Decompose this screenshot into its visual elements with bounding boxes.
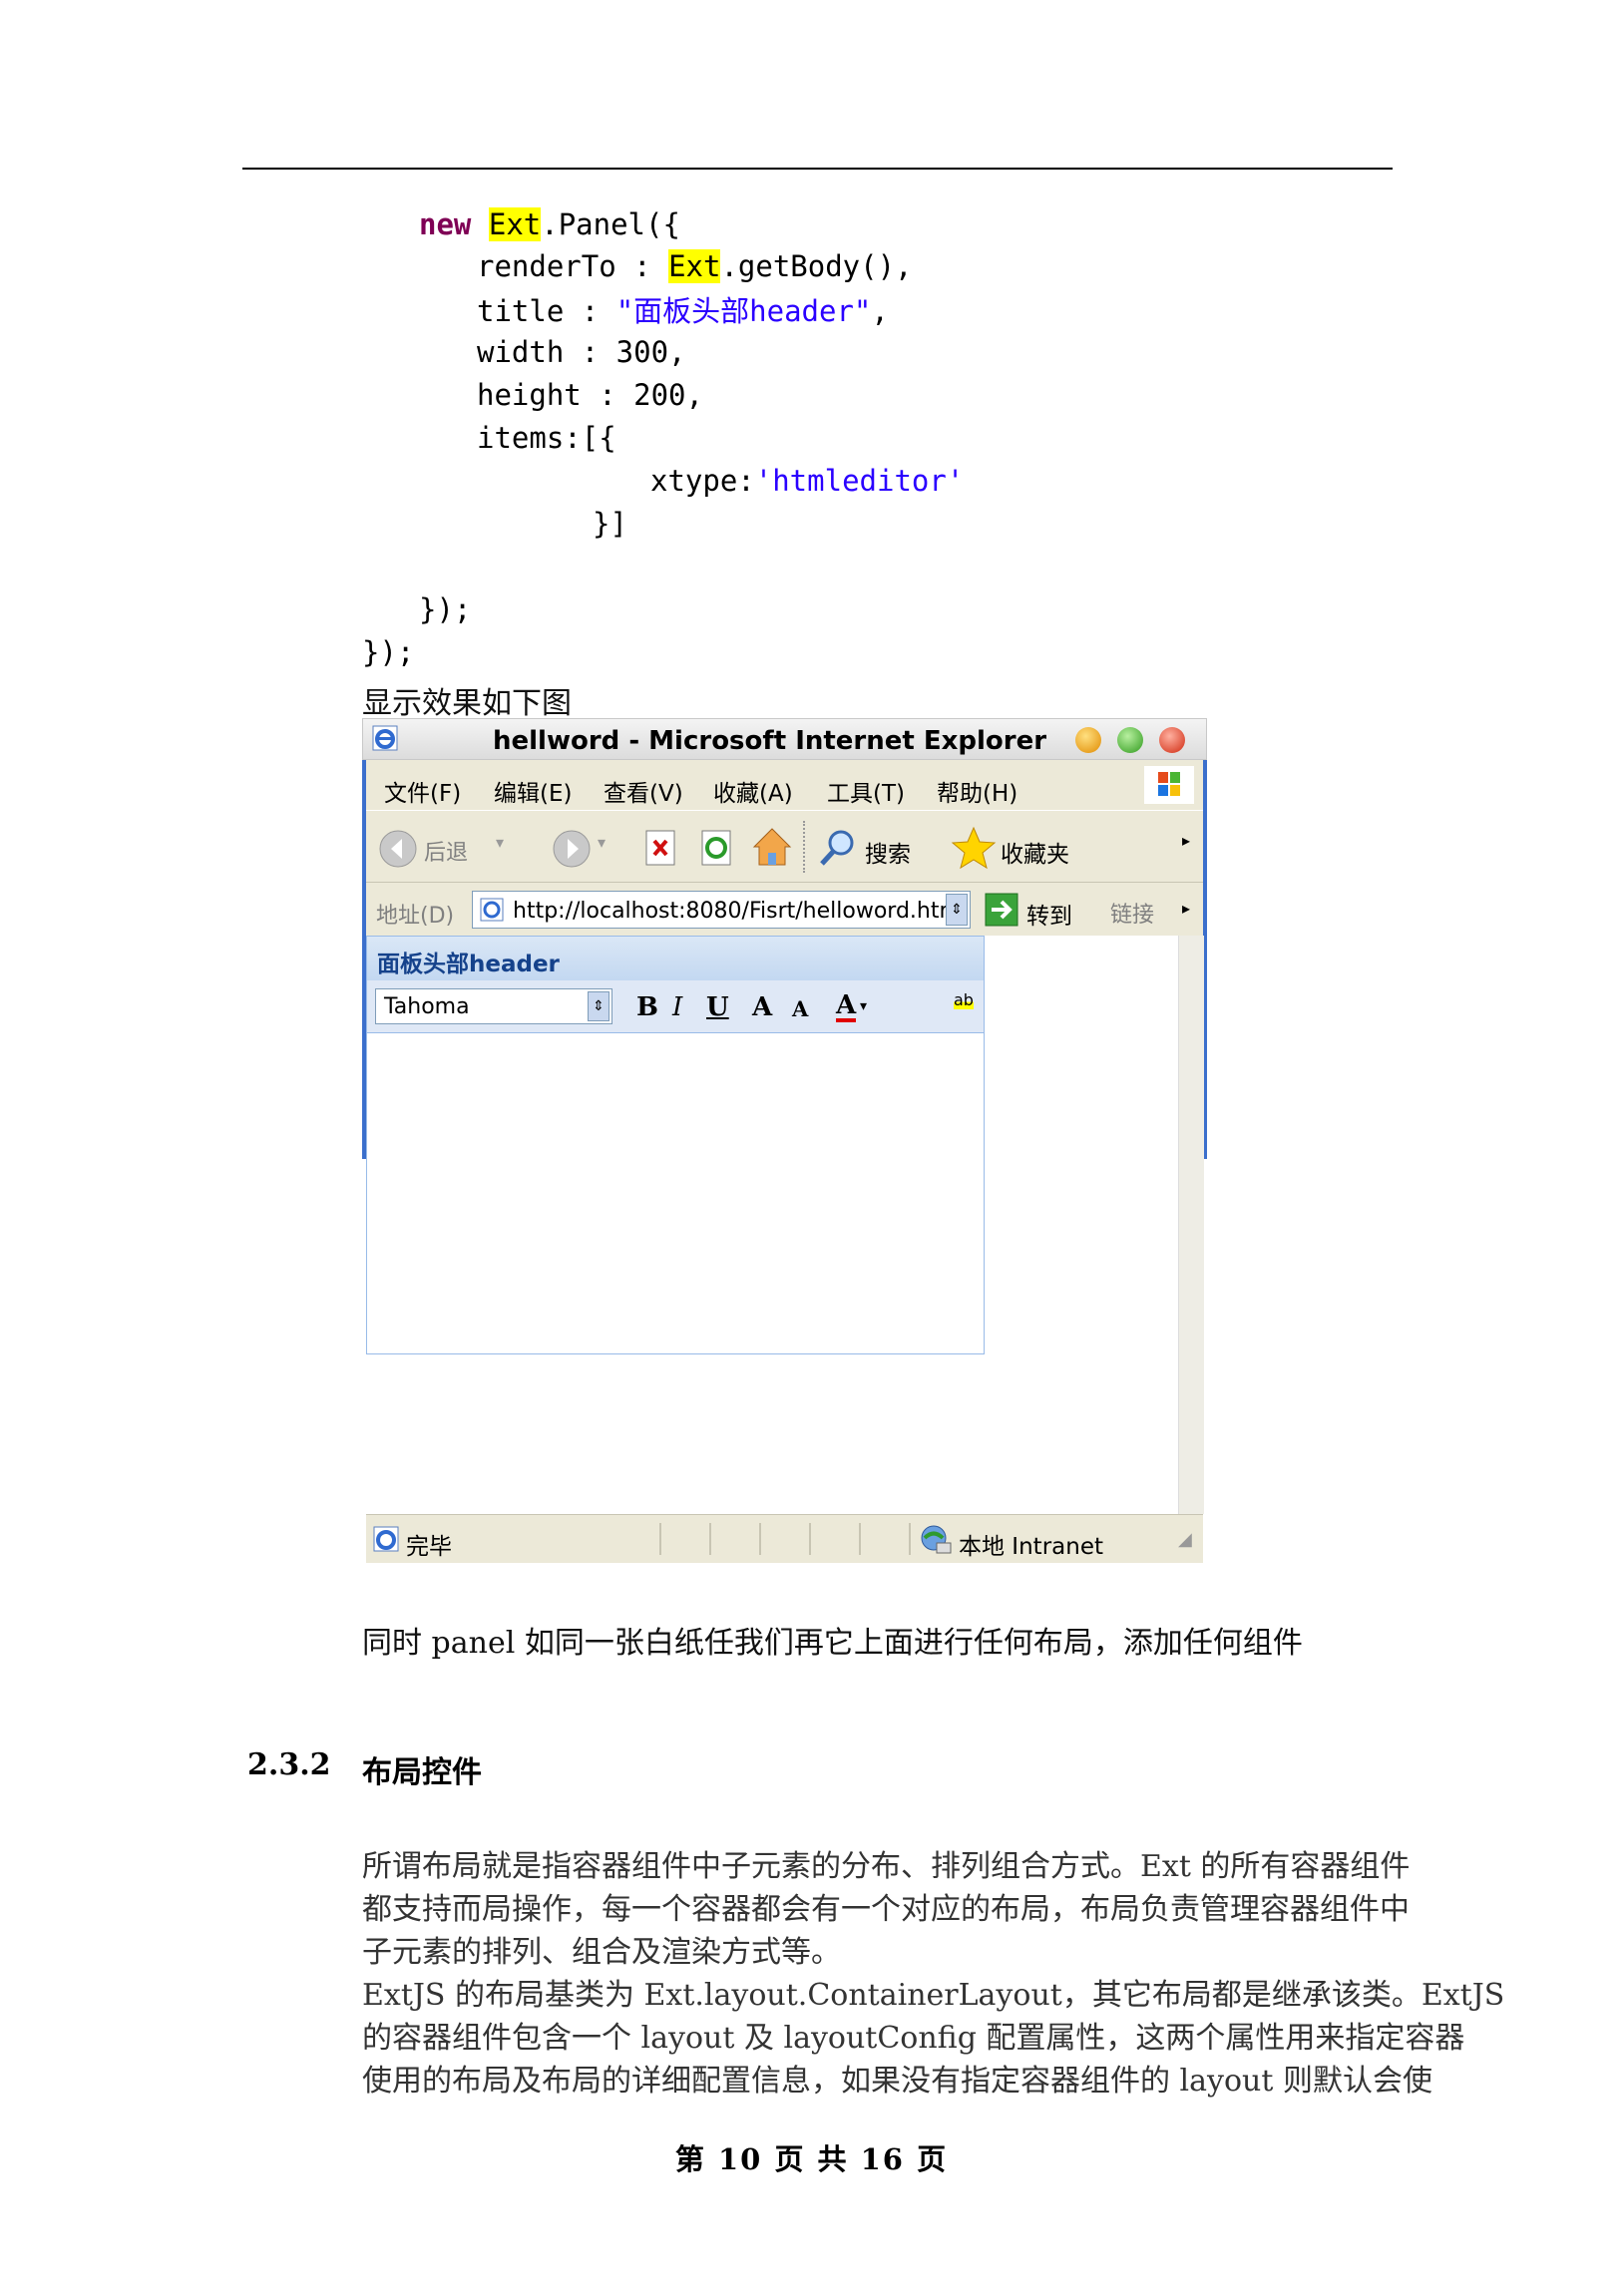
status-divider <box>859 1523 861 1555</box>
go-label[interactable]: 转到 <box>1026 897 1072 931</box>
font-select-value: Tahoma <box>384 994 470 1019</box>
menu-help[interactable]: 帮助(H) <box>937 774 1017 808</box>
address-label: 地址(D) <box>376 904 455 929</box>
code-line-3: title : "面板头部header", <box>477 294 889 328</box>
font-color-button[interactable]: A <box>836 992 857 1022</box>
status-bar: 完毕 本地 Intranet ◢ <box>366 1514 1203 1563</box>
zone-text: 本地 Intranet <box>959 1534 1103 1560</box>
body-line-4: ExtJS 的布局基类为 Ext.layout.ContainerLayout，… <box>362 1978 1505 2013</box>
toolbar-separator <box>803 821 807 873</box>
italic-button[interactable]: I <box>672 992 682 1022</box>
status-divider <box>909 1523 911 1555</box>
favorites-label[interactable]: 收藏夹 <box>1001 835 1069 869</box>
page-icon <box>373 1526 399 1552</box>
shrink-font-button[interactable]: A <box>792 996 808 1021</box>
code-line-10: }); <box>362 635 415 669</box>
address-bar: 地址(D) http://localhost:8080/Fisrt/hellow… <box>366 882 1203 937</box>
menu-tools[interactable]: 工具(T) <box>827 774 905 808</box>
paragraph-panel-note: 同时 panel 如同一张白纸任我们再它上面进行任何布局，添加任何组件 <box>362 1626 1303 1661</box>
chevron-right-icon[interactable]: ▸ <box>1182 899 1190 918</box>
body-line-5: 的容器组件包含一个 layout 及 layoutConfig 配置属性，这两个… <box>362 2021 1465 2056</box>
page-icon <box>480 898 504 922</box>
bold-button[interactable]: B <box>636 992 658 1022</box>
code-line-6: items:[{ <box>477 421 616 455</box>
home-icon[interactable] <box>751 825 793 869</box>
favorites-star-icon[interactable] <box>951 825 997 871</box>
body-line-6: 使用的布局及布局的详细配置信息，如果没有指定容器组件的 layout 则默认会使 <box>362 2064 1432 2099</box>
grow-font-button[interactable]: A <box>752 992 772 1022</box>
code-line-4: width : 300, <box>477 335 686 369</box>
section-title: 布局控件 <box>362 1755 482 1790</box>
status-divider <box>759 1523 761 1555</box>
search-icon[interactable] <box>817 827 859 869</box>
minimize-icon[interactable] <box>1075 727 1101 753</box>
code-line-7: xtype:'htmleditor' <box>650 464 965 498</box>
code-line-9: }); <box>419 592 472 626</box>
ie-title-bar: hellword - Microsoft Internet Explorer <box>362 718 1207 760</box>
search-label[interactable]: 搜索 <box>865 835 911 869</box>
address-dropdown-icon[interactable]: ⇕ <box>946 894 968 926</box>
address-value: http://localhost:8080/Fisrt/helloword.ht… <box>513 899 968 924</box>
chevron-down-icon[interactable]: ▾ <box>598 833 606 852</box>
menu-edit[interactable]: 编辑(E) <box>494 774 572 808</box>
status-divider <box>809 1523 811 1555</box>
resize-grip-icon[interactable]: ◢ <box>1178 1529 1192 1550</box>
maximize-icon[interactable] <box>1117 727 1143 753</box>
code-line-8: }] <box>593 507 627 541</box>
menu-file[interactable]: 文件(F) <box>384 774 461 808</box>
standard-toolbar: 后退 ▾ ▾ 搜索 收藏夹 ▸ <box>366 810 1203 883</box>
font-select[interactable]: Tahoma ⇕ <box>375 988 612 1024</box>
ie-window-title: hellword - Microsoft Internet Explorer <box>493 726 1047 756</box>
underline-button[interactable]: U <box>706 992 729 1022</box>
menu-view[interactable]: 查看(V) <box>604 774 683 808</box>
editor-body[interactable] <box>367 1033 984 1353</box>
header-rule <box>242 168 1393 170</box>
panel-title: 面板头部header <box>377 952 560 977</box>
back-arrow-icon[interactable] <box>378 829 418 869</box>
body-line-1: 所谓布局就是指容器组件中子元素的分布、排列组合方式。Ext 的所有容器组件 <box>362 1849 1411 1884</box>
code-line-5: height : 200, <box>477 378 703 412</box>
status-text: 完毕 <box>406 1534 452 1560</box>
back-label[interactable]: 后退 <box>424 835 468 867</box>
font-dropdown-icon[interactable]: ⇕ <box>588 991 609 1021</box>
editor-toolbar: Tahoma ⇕ B I U A A A ▾ ab <box>367 980 984 1033</box>
refresh-icon[interactable] <box>699 829 735 867</box>
status-divider <box>709 1523 711 1555</box>
body-line-2: 都支持而局操作，每一个容器都会有一个对应的布局，布局负责管理容器组件中 <box>362 1892 1410 1927</box>
stop-icon[interactable] <box>643 829 679 867</box>
body-line-3: 子元素的排列、组合及渲染方式等。 <box>362 1935 841 1970</box>
panel-header: 面板头部header <box>367 937 984 981</box>
chevron-right-icon[interactable]: ▸ <box>1182 831 1190 850</box>
section-number: 2.3.2 <box>247 1747 331 1782</box>
menu-favorites[interactable]: 收藏(A) <box>713 774 793 808</box>
page-footer: 第 10 页 共 16 页 <box>674 2142 949 2176</box>
status-divider <box>659 1523 661 1555</box>
chevron-down-icon[interactable]: ▾ <box>496 833 504 852</box>
forward-arrow-icon[interactable] <box>552 829 592 869</box>
code-line-2: renderTo : Ext.getBody(), <box>477 249 913 283</box>
ie-logo-icon <box>372 725 398 751</box>
address-input[interactable]: http://localhost:8080/Fisrt/helloword.ht… <box>472 891 971 929</box>
chevron-down-icon[interactable]: ▾ <box>860 998 867 1014</box>
menu-bar: 文件(F) 编辑(E) 查看(V) 收藏(A) 工具(T) 帮助(H) <box>366 760 1203 810</box>
intranet-globe-icon <box>921 1525 952 1554</box>
links-label[interactable]: 链接 <box>1110 897 1154 929</box>
ie-window: hellword - Microsoft Internet Explorer 文… <box>362 718 1207 1566</box>
code-line-1: new Ext.Panel({ <box>419 207 680 241</box>
ext-panel: 面板头部header Tahoma ⇕ B I U A A A ▾ ab <box>366 936 985 1354</box>
vertical-scrollbar[interactable] <box>1178 936 1204 1514</box>
close-icon[interactable] <box>1159 727 1185 753</box>
go-arrow-icon[interactable] <box>985 893 1018 927</box>
highlight-button[interactable]: ab <box>954 990 974 1009</box>
windows-flag-icon <box>1144 766 1194 804</box>
figure-caption: 显示效果如下图 <box>362 686 572 721</box>
